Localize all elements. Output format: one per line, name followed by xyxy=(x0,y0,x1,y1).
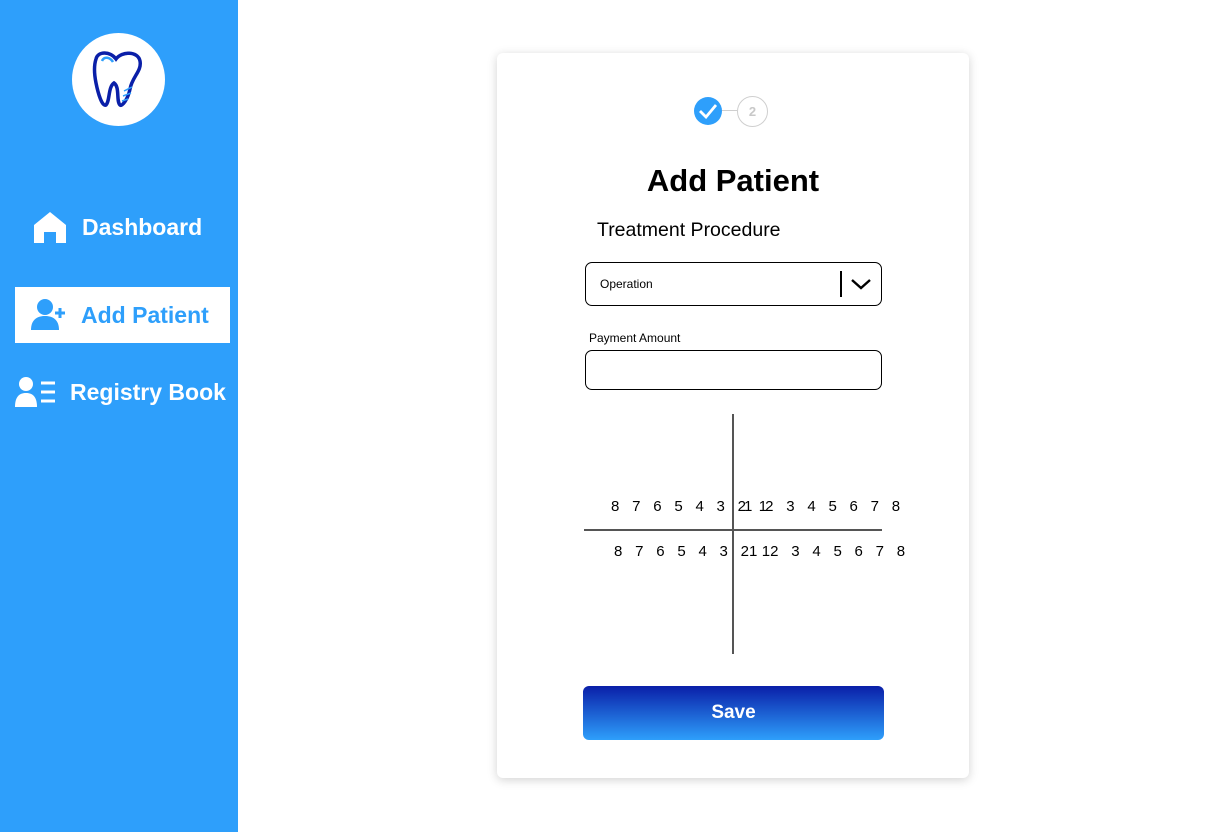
stepper-connector xyxy=(722,110,737,111)
home-icon xyxy=(32,210,68,244)
check-icon xyxy=(699,104,717,119)
dental-chart-vertical-line xyxy=(732,414,734,654)
lower-right-teeth: 1 2 3 4 5 6 7 8 xyxy=(749,543,910,560)
procedure-select-value: Operation xyxy=(600,277,653,291)
dental-chart-horizontal-line xyxy=(584,529,882,531)
user-plus-icon xyxy=(31,298,67,332)
tooth-logo-icon xyxy=(92,51,142,108)
select-divider xyxy=(840,271,842,297)
sidebar-item-registry-book[interactable]: Registry Book xyxy=(15,373,226,411)
sidebar-item-label: Registry Book xyxy=(70,378,226,405)
sidebar-item-label: Dashboard xyxy=(82,213,203,240)
logo[interactable] xyxy=(72,33,165,126)
upper-right-teeth: 1 2 3 4 5 6 7 8 xyxy=(744,498,905,515)
save-button[interactable]: Save xyxy=(583,686,884,740)
sidebar-item-label: Add Patient xyxy=(81,301,209,328)
add-patient-card: 2 Add Patient Treatment Procedure Operat… xyxy=(497,53,969,778)
sidebar-item-dashboard[interactable]: Dashboard xyxy=(32,208,202,246)
stepper: 2 xyxy=(693,94,773,128)
section-label: Treatment Procedure xyxy=(597,219,781,241)
payment-amount-input[interactable] xyxy=(585,350,882,390)
chevron-down-icon[interactable] xyxy=(850,276,872,292)
sidebar: Dashboard Add Patient Registry Book xyxy=(0,0,238,832)
sidebar-item-add-patient[interactable]: Add Patient xyxy=(15,287,230,343)
user-list-icon xyxy=(15,376,57,408)
page-title: Add Patient xyxy=(646,163,820,198)
procedure-select[interactable]: Operation xyxy=(585,262,882,306)
step-1-complete xyxy=(694,97,722,125)
payment-amount-label: Payment Amount xyxy=(589,331,681,345)
step-2: 2 xyxy=(737,96,768,127)
